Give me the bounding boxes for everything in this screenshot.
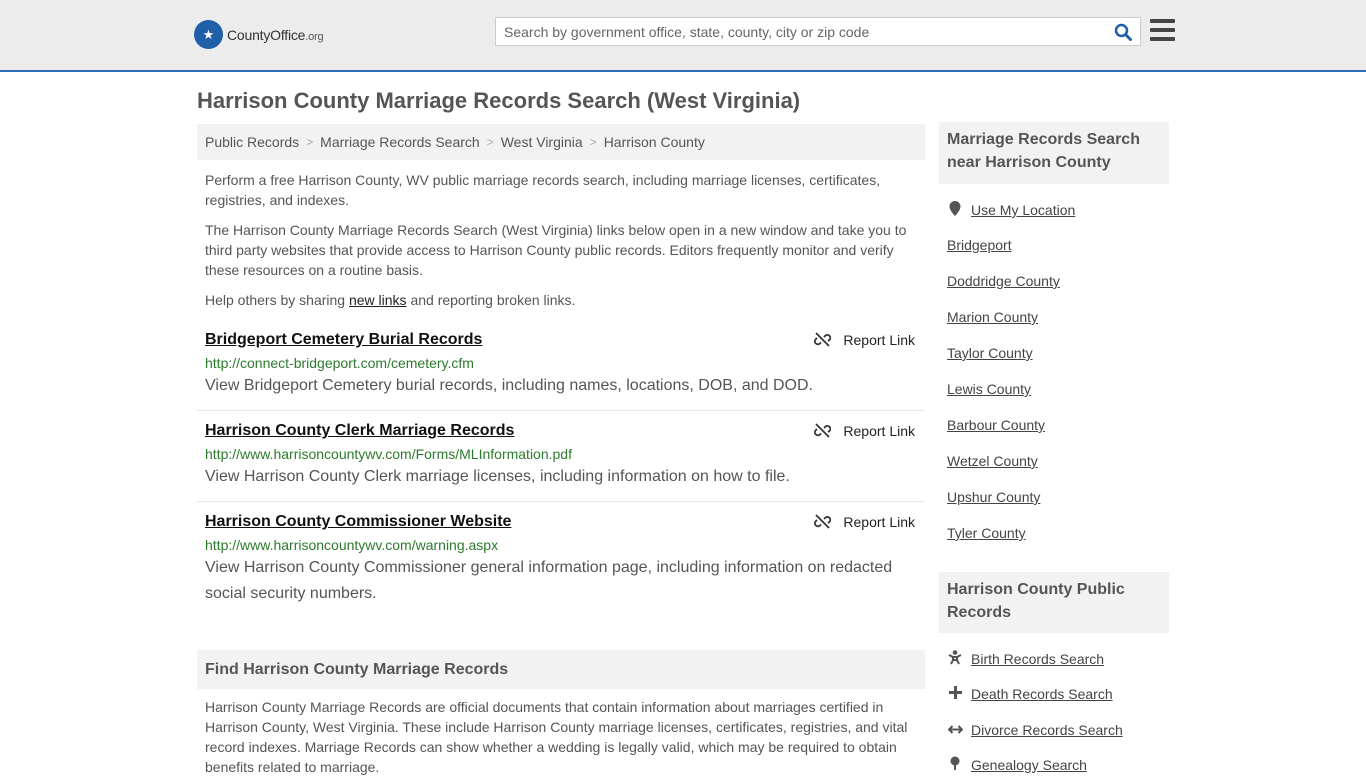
- baby-icon: [947, 650, 963, 668]
- result-description: View Harrison County Clerk marriage lice…: [205, 468, 790, 485]
- page-title: Harrison County Marriage Records Search …: [197, 88, 801, 113]
- nearby-link-bridgeport[interactable]: Bridgeport: [947, 237, 1012, 253]
- result-item: Harrison County Clerk Marriage Records h…: [197, 422, 925, 490]
- divider: [197, 410, 925, 411]
- find-records-text: Harrison County Marriage Records are off…: [205, 699, 908, 775]
- logo-tld: .org: [305, 30, 324, 43]
- nearby-link-wetzel[interactable]: Wetzel County: [947, 453, 1038, 469]
- nearby-link-lewis[interactable]: Lewis County: [947, 381, 1031, 397]
- location-pin-icon: [947, 201, 963, 219]
- breadcrumb-separator-icon: >: [589, 135, 597, 149]
- nearby-heading: Marriage Records Search near Harrison Co…: [939, 122, 1169, 184]
- nearby-link-taylor[interactable]: Taylor County: [947, 345, 1033, 361]
- share-paragraph: Help others by sharing new links and rep…: [205, 292, 576, 308]
- nearby-link-barbour[interactable]: Barbour County: [947, 417, 1045, 433]
- result-url: http://connect-bridgeport.com/cemetery.c…: [205, 355, 474, 371]
- top-header: ★ CountyOffice.org: [0, 0, 1366, 72]
- birth-records-link[interactable]: Birth Records Search: [947, 650, 1104, 668]
- hamburger-menu-icon[interactable]: [1150, 19, 1175, 43]
- report-link-button[interactable]: Report Link: [814, 513, 915, 530]
- divorce-records-link[interactable]: Divorce Records Search: [947, 722, 1123, 738]
- cross-icon: [947, 686, 963, 702]
- search-button[interactable]: [1106, 18, 1140, 45]
- public-records-heading: Harrison County Public Records: [939, 572, 1169, 633]
- breadcrumb-separator-icon: >: [486, 135, 494, 149]
- breadcrumb-harrison-county: Harrison County: [603, 134, 705, 150]
- report-link-button[interactable]: Report Link: [814, 422, 915, 439]
- capitol-logo-icon: ★: [194, 20, 223, 49]
- result-url: http://www.harrisoncountywv.com/Forms/ML…: [205, 446, 572, 462]
- nearby-link-tyler[interactable]: Tyler County: [947, 525, 1026, 541]
- search-bar: [495, 17, 1141, 46]
- broken-link-icon: [814, 514, 832, 529]
- result-item: Bridgeport Cemetery Burial Records http:…: [197, 331, 925, 399]
- breadcrumb: Public Records > Marriage Records Search…: [197, 124, 925, 160]
- search-input[interactable]: [496, 18, 1106, 45]
- new-links-link[interactable]: new links: [349, 292, 407, 308]
- genealogy-search-link[interactable]: Genealogy Search: [947, 756, 1087, 773]
- nearby-link-doddridge[interactable]: Doddridge County: [947, 273, 1060, 289]
- broken-link-icon: [814, 423, 832, 438]
- breadcrumb-west-virginia[interactable]: West Virginia: [501, 134, 583, 150]
- result-item: Harrison County Commissioner Website htt…: [197, 513, 925, 607]
- result-description: View Bridgeport Cemetery burial records,…: [205, 377, 813, 394]
- breadcrumb-public-records[interactable]: Public Records: [205, 134, 299, 150]
- tree-icon: [947, 756, 963, 773]
- split-arrows-icon: [947, 722, 963, 738]
- find-records-heading: Find Harrison County Marriage Records: [197, 650, 925, 689]
- intro-paragraph: Perform a free Harrison County, WV publi…: [205, 172, 881, 208]
- breadcrumb-separator-icon: >: [306, 135, 314, 149]
- nearby-link-upshur[interactable]: Upshur County: [947, 489, 1040, 505]
- logo-brand: CountyOffice: [227, 26, 306, 43]
- result-description: View Harrison County Commissioner genera…: [205, 559, 893, 602]
- death-records-link[interactable]: Death Records Search: [947, 686, 1113, 702]
- site-logo[interactable]: ★ CountyOffice.org: [194, 20, 324, 49]
- disclaimer-paragraph: The Harrison County Marriage Records Sea…: [205, 222, 907, 278]
- breadcrumb-marriage-records-search[interactable]: Marriage Records Search: [320, 134, 480, 150]
- search-icon: [1114, 23, 1132, 41]
- report-link-button[interactable]: Report Link: [814, 331, 915, 348]
- use-my-location-link[interactable]: Use My Location: [947, 201, 1075, 219]
- result-url: http://www.harrisoncountywv.com/warning.…: [205, 537, 499, 553]
- divider: [197, 501, 925, 502]
- broken-link-icon: [814, 332, 832, 347]
- nearby-link-marion[interactable]: Marion County: [947, 309, 1038, 325]
